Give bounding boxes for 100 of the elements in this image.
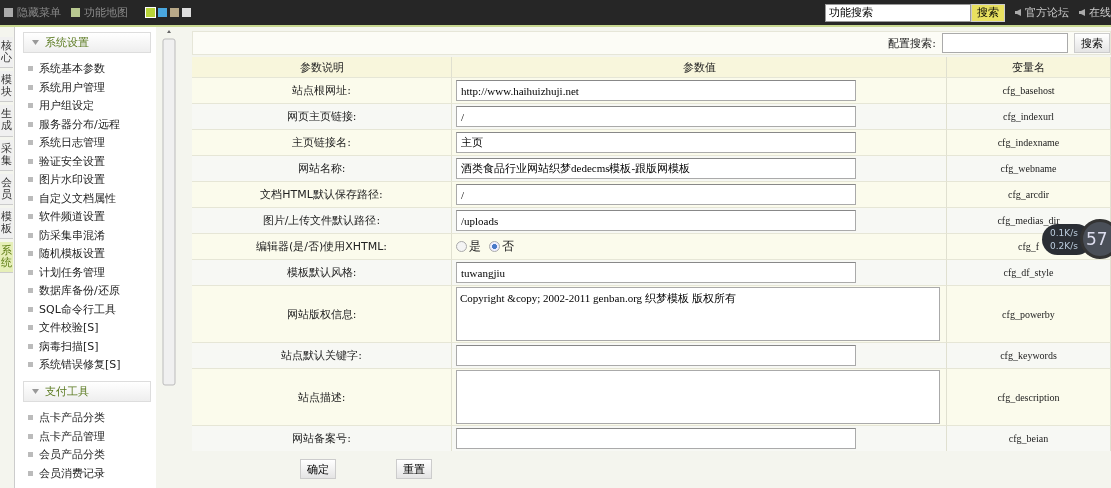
bullet-icon: [28, 103, 33, 109]
bullet-icon: [28, 158, 33, 164]
variable-name: cfg_beian: [947, 425, 1111, 451]
menu-item[interactable]: 会员产品分类: [23, 445, 151, 464]
param-label: 网站备案号:: [192, 425, 452, 451]
param-input[interactable]: /: [456, 184, 856, 205]
caret-icon: [32, 40, 39, 46]
menu-item[interactable]: 文件校验[S]: [23, 318, 151, 337]
bullet-icon: [28, 433, 33, 439]
menu-item[interactable]: 服务器分布/远程: [23, 114, 151, 134]
confirm-button[interactable]: 确定: [300, 459, 336, 479]
function-search-field[interactable]: 功能搜索: [825, 3, 971, 22]
top-link[interactable]: 在线: [1079, 5, 1111, 20]
menu-item[interactable]: 病毒扫描[S]: [23, 336, 151, 356]
bullet-icon: [28, 214, 33, 220]
menu-item[interactable]: 自定义文档属性: [23, 188, 151, 208]
search-button[interactable]: 搜索: [971, 3, 1005, 22]
side-tab[interactable]: 系统: [0, 242, 13, 274]
column-header: 变量名: [947, 57, 1111, 77]
bullet-icon: [28, 177, 33, 183]
param-label: 图片/上传文件默认路径:: [192, 207, 452, 233]
menu-item[interactable]: 点卡产品管理: [23, 426, 151, 446]
column-header: 参数说明: [192, 57, 452, 77]
radio-option[interactable]: 否: [489, 238, 514, 255]
menu-item[interactable]: 验证安全设置: [23, 151, 151, 171]
radio-option[interactable]: 是: [456, 238, 481, 255]
bullet-icon: [28, 415, 33, 421]
variable-name: cfg_powerby: [947, 285, 1111, 342]
config-search-button[interactable]: 搜索: [1074, 33, 1110, 53]
menu-item[interactable]: 数据库备份/还原: [23, 281, 151, 300]
param-input[interactable]: 酒类食品行业网站织梦dedecms模板-跟版网模板: [456, 158, 856, 179]
menu-item[interactable]: 软件频道设置: [23, 207, 151, 226]
menu-item[interactable]: 计划任务管理: [23, 262, 151, 282]
top-link[interactable]: 官方论坛: [1015, 5, 1069, 20]
variable-name: cfg_webname: [947, 155, 1111, 181]
param-label: 网站版权信息:: [192, 285, 452, 342]
variable-name: cfg_indexname: [947, 129, 1111, 155]
param-input[interactable]: [456, 345, 856, 366]
top-menu-link[interactable]: 功能地图: [71, 5, 128, 20]
variable-name: cfg_keywords: [947, 342, 1111, 368]
side-tab[interactable]: 采集: [0, 139, 13, 171]
menu-item[interactable]: 会员消费记录: [23, 463, 151, 483]
param-label: 网站名称:: [192, 155, 452, 181]
speaker-icon: [1015, 9, 1021, 16]
menu-group-header[interactable]: 支付工具: [23, 380, 151, 403]
param-input[interactable]: tuwangjiu: [456, 262, 856, 283]
variable-name: cfg_basehost: [947, 77, 1111, 103]
menu-item[interactable]: 防采集串混淆: [23, 225, 151, 245]
side-tab[interactable]: 模块: [0, 71, 13, 103]
top-menu-link[interactable]: 隐藏菜单: [4, 5, 61, 20]
bullet-icon: [28, 84, 33, 90]
config-search-label: 配置搜索:: [888, 35, 936, 51]
side-tab[interactable]: 生成: [0, 105, 13, 137]
bullet-icon: [28, 195, 33, 201]
param-input[interactable]: 主页: [456, 132, 856, 153]
bullet-icon: [28, 306, 33, 312]
side-tab[interactable]: 模板: [0, 207, 13, 240]
menu-group-header[interactable]: 系统设置: [23, 32, 151, 54]
bullet-icon: [28, 288, 33, 294]
skin-swatch[interactable]: [170, 8, 179, 17]
speaker-icon: [1079, 9, 1085, 16]
variable-name: cfg_indexurl: [947, 103, 1111, 129]
config-search-field[interactable]: [942, 33, 1068, 53]
radio-icon[interactable]: [489, 241, 500, 252]
menu-item[interactable]: 图片水印设置: [23, 170, 151, 189]
menu-item[interactable]: 用户组设定: [23, 96, 151, 115]
bullet-icon: [28, 452, 33, 458]
menu-item[interactable]: 系统用户管理: [23, 77, 151, 97]
bullet-icon: [28, 362, 33, 368]
side-tab[interactable]: 核心: [0, 37, 13, 69]
bullet-icon: [28, 140, 33, 146]
param-label: 编辑器(是/否)使用XHTML:: [192, 233, 452, 259]
bullet-icon: [28, 121, 33, 127]
radio-icon[interactable]: [456, 241, 467, 252]
skin-swatch[interactable]: [182, 8, 191, 17]
menu-item[interactable]: SQL命令行工具: [23, 299, 151, 319]
param-input[interactable]: http://www.haihuizhuji.net: [456, 80, 856, 101]
skin-swatch[interactable]: [158, 8, 167, 17]
side-tab[interactable]: 会员: [0, 173, 13, 205]
param-input[interactable]: /uploads: [456, 210, 856, 231]
bullet-icon: [28, 343, 33, 349]
bullet-icon: [28, 251, 33, 257]
menu-item[interactable]: 系统错误修复[S]: [23, 355, 151, 374]
variable-name: cfg_description: [947, 368, 1111, 425]
param-input[interactable]: [456, 428, 856, 449]
bullet-icon: [28, 232, 33, 238]
param-label: 站点根网址:: [192, 77, 452, 103]
menu-item[interactable]: 点卡产品分类: [23, 408, 151, 427]
param-input[interactable]: /: [456, 106, 856, 127]
param-textarea[interactable]: [456, 370, 940, 424]
menu-item[interactable]: 系统日志管理: [23, 133, 151, 152]
menu-item[interactable]: 随机模板设置: [23, 244, 151, 263]
menu-item[interactable]: 系统基本参数: [23, 59, 151, 78]
param-label: 站点描述:: [192, 368, 452, 425]
variable-name: cfg_arcdir: [947, 181, 1111, 207]
reset-button[interactable]: 重置: [396, 459, 432, 479]
param-textarea[interactable]: Copyright &copy; 2002-2011 genban.org 织梦模板 版权所有: [456, 287, 940, 341]
bullet-icon: [28, 269, 33, 275]
skin-swatch[interactable]: [146, 8, 155, 17]
param-label: 站点默认关键字:: [192, 342, 452, 368]
